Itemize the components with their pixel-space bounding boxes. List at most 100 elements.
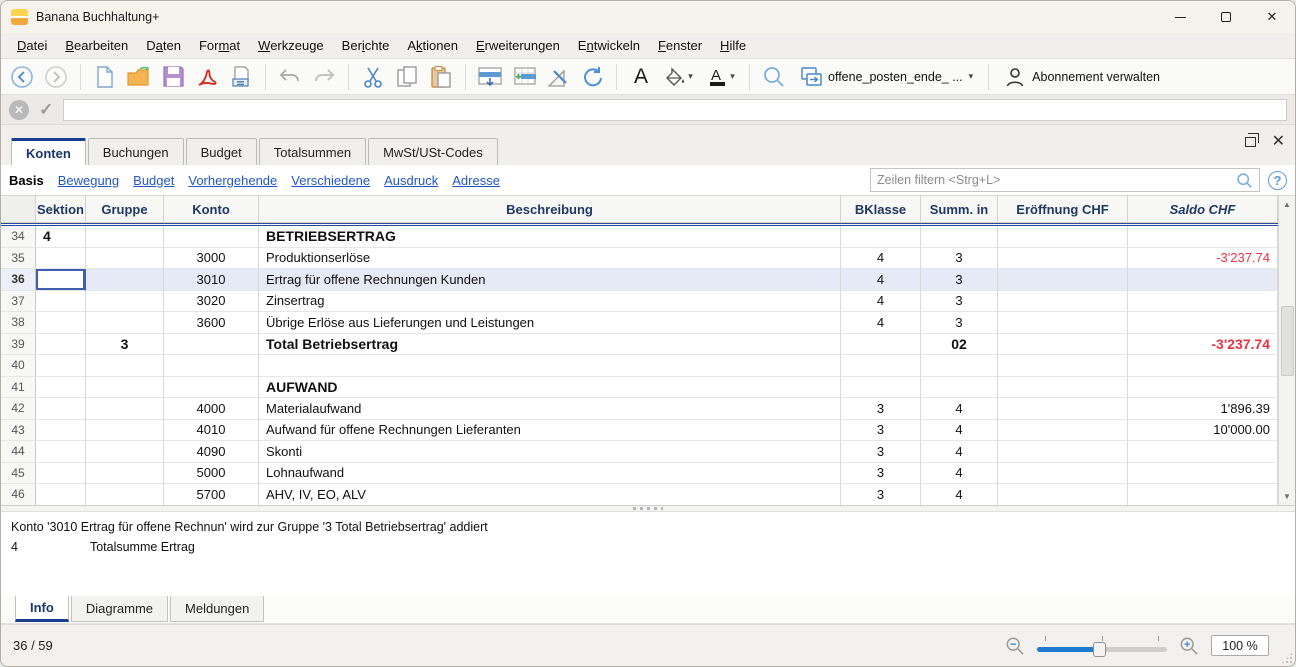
cell-beschreibung[interactable]: Ertrag für offene Rechnungen Kunden	[259, 269, 841, 291]
cell-beschreibung[interactable]: BETRIEBSERTRAG	[259, 226, 841, 248]
cell-bklasse[interactable]: 3	[841, 398, 921, 420]
cell-eroeffnung[interactable]	[998, 290, 1128, 312]
column-header-gruppe[interactable]: Gruppe	[86, 196, 164, 223]
menu-entwickeln[interactable]: Entwickeln	[570, 35, 648, 56]
cell-saldo[interactable]: -3'237.74	[1128, 333, 1278, 355]
bottom-tab-meldungen[interactable]: Meldungen	[170, 596, 265, 622]
cell-beschreibung[interactable]: Produktionserlöse	[259, 247, 841, 269]
restore-window-icon[interactable]	[1244, 133, 1259, 147]
scroll-down-icon[interactable]: ▼	[1279, 488, 1296, 505]
cell-sektion[interactable]	[36, 419, 86, 441]
slider-thumb[interactable]	[1092, 641, 1106, 657]
export-pdf-button[interactable]	[192, 62, 222, 92]
slider-track[interactable]	[1037, 641, 1167, 657]
cancel-edit-icon[interactable]: ✕	[9, 99, 29, 120]
cell-eroeffnung[interactable]	[998, 247, 1128, 269]
menu-bearbeiten[interactable]: Bearbeiten	[57, 35, 136, 56]
search-button[interactable]	[759, 62, 789, 92]
row-number[interactable]: 45	[1, 462, 36, 484]
view-link-ausdruck[interactable]: Ausdruck	[384, 173, 438, 188]
cell-gruppe[interactable]	[86, 312, 164, 334]
row-number[interactable]: 44	[1, 441, 36, 463]
row-number[interactable]: 41	[1, 376, 36, 398]
cell-sektion[interactable]	[36, 441, 86, 463]
help-icon[interactable]: ?	[1268, 170, 1287, 190]
cell-bklasse[interactable]: 3	[841, 419, 921, 441]
open-file-button[interactable]	[124, 62, 154, 92]
cell-gruppe[interactable]	[86, 290, 164, 312]
close-window-icon[interactable]: ✕	[1272, 134, 1285, 150]
vertical-scrollbar[interactable]: ▲ ▼	[1278, 196, 1295, 505]
header-corner[interactable]	[1, 196, 36, 223]
row-number[interactable]: 40	[1, 355, 36, 377]
cell-konto[interactable]: 3000	[164, 247, 259, 269]
maximize-button[interactable]	[1203, 1, 1249, 33]
cell-saldo[interactable]	[1128, 312, 1278, 334]
forward-button[interactable]	[41, 62, 71, 92]
cell-beschreibung[interactable]: Lohnaufwand	[259, 462, 841, 484]
cell-summ[interactable]: 4	[921, 419, 998, 441]
cell-summ[interactable]: 4	[921, 484, 998, 505]
cell-saldo[interactable]: -3'237.74	[1128, 247, 1278, 269]
cell-eroeffnung[interactable]	[998, 376, 1128, 398]
cell-konto[interactable]	[164, 355, 259, 377]
menu-datei[interactable]: Datei	[9, 35, 55, 56]
close-button[interactable]: ✕	[1249, 1, 1295, 33]
cell-konto[interactable]	[164, 376, 259, 398]
table-row[interactable]: 39 3 Total Betriebsertrag 02 -3'237.74	[1, 333, 1278, 355]
design-button[interactable]	[543, 62, 573, 92]
cell-summ[interactable]: 4	[921, 398, 998, 420]
cell-gruppe[interactable]	[86, 226, 164, 248]
column-header-bklasse[interactable]: BKlasse	[841, 196, 921, 223]
minimize-button[interactable]	[1157, 1, 1203, 33]
row-number[interactable]: 37	[1, 290, 36, 312]
cell-eroeffnung[interactable]	[998, 484, 1128, 505]
view-link-budget[interactable]: Budget	[133, 173, 174, 188]
cell-sektion[interactable]	[36, 333, 86, 355]
cell-sektion[interactable]: 4	[36, 226, 86, 248]
fill-color-button[interactable]: ▾	[660, 62, 698, 92]
cell-bklasse[interactable]: 4	[841, 290, 921, 312]
table-row[interactable]: 42 4000 Materialaufwand 3 4 1'896.39	[1, 398, 1278, 420]
cell-summ[interactable]	[921, 226, 998, 248]
cell-sektion[interactable]	[36, 484, 86, 505]
cell-sektion[interactable]	[36, 247, 86, 269]
cell-eroeffnung[interactable]	[998, 333, 1128, 355]
bottom-tab-diagramme[interactable]: Diagramme	[70, 596, 169, 622]
recalculate-button[interactable]	[577, 62, 607, 92]
cell-bklasse[interactable]	[841, 355, 921, 377]
tab-budget[interactable]: Budget	[185, 138, 257, 165]
back-button[interactable]	[7, 62, 37, 92]
cell-eroeffnung[interactable]	[998, 462, 1128, 484]
row-number[interactable]: 39	[1, 333, 36, 355]
menu-daten[interactable]: Daten	[138, 35, 189, 56]
cell-bklasse[interactable]: 3	[841, 441, 921, 463]
cell-beschreibung[interactable]	[259, 355, 841, 377]
row-number[interactable]: 42	[1, 398, 36, 420]
cell-konto[interactable]: 3600	[164, 312, 259, 334]
font-color-button[interactable]: A ▾	[702, 62, 740, 92]
column-header-sektion[interactable]: Sektion	[36, 196, 86, 223]
column-header-beschreibung[interactable]: Beschreibung	[259, 196, 841, 223]
cell-gruppe[interactable]	[86, 269, 164, 291]
undo-button[interactable]	[275, 62, 305, 92]
cell-konto[interactable]: 3010	[164, 269, 259, 291]
cell-gruppe[interactable]	[86, 441, 164, 463]
zoom-slider[interactable]	[1037, 635, 1167, 657]
cell-beschreibung[interactable]: Zinsertrag	[259, 290, 841, 312]
row-number[interactable]: 35	[1, 247, 36, 269]
cell-saldo[interactable]	[1128, 462, 1278, 484]
table-row[interactable]: 46 5700 AHV, IV, EO, ALV 3 4	[1, 484, 1278, 505]
menu-format[interactable]: Format	[191, 35, 248, 56]
cell-eroeffnung[interactable]	[998, 355, 1128, 377]
scrollbar-thumb[interactable]	[1280, 306, 1294, 376]
print-button[interactable]	[226, 62, 256, 92]
append-rows-button[interactable]	[509, 62, 539, 92]
cell-eroeffnung[interactable]	[998, 398, 1128, 420]
cell-beschreibung[interactable]: AUFWAND	[259, 376, 841, 398]
cell-konto[interactable]: 4010	[164, 419, 259, 441]
cell-gruppe[interactable]: 3	[86, 333, 164, 355]
cell-gruppe[interactable]	[86, 484, 164, 505]
cell-summ[interactable]: 02	[921, 333, 998, 355]
menu-berichte[interactable]: Berichte	[334, 35, 398, 56]
